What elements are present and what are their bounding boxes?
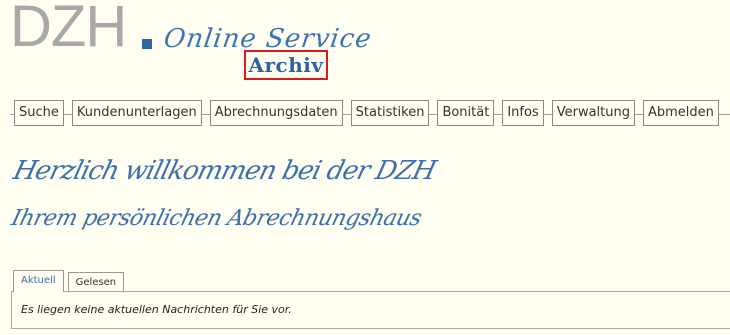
nav-item-infos[interactable]: Infos [502,100,544,126]
nav-item-abmelden[interactable]: Abmelden [642,100,719,126]
nav-item-suche[interactable]: Suche [14,100,64,126]
nav-item-abrechnungsdaten[interactable]: Abrechnungsdaten [209,100,343,126]
archive-label: Archiv [248,53,324,77]
logo-dzh-text: DZH [10,0,127,59]
main-nav: Suche Kundenunterlagen Abrechnungsdaten … [10,100,730,130]
message-panel: Es liegen keine aktuellen Nachrichten fü… [11,291,730,329]
nav-item-bonitaet[interactable]: Bonität [437,100,495,126]
logo-dot [142,39,152,49]
archive-link[interactable]: Archiv [244,50,328,80]
nav-item-kundenunterlagen[interactable]: Kundenunterlagen [71,100,202,126]
tab-aktuell[interactable]: Aktuell [13,270,64,292]
welcome-headline: Herzlich willkommen bei der DZH [10,156,439,186]
welcome-banner: Herzlich willkommen bei der DZH Ihrem pe… [9,152,438,272]
nav-item-verwaltung[interactable]: Verwaltung [551,100,635,126]
welcome-subline: Ihrem persönlichen Abrechnungshaus [8,206,425,231]
message-tabs: Aktuell Gelesen [13,270,128,292]
nav-item-statistiken[interactable]: Statistiken [350,100,430,126]
no-messages-text: Es liegen keine aktuellen Nachrichten fü… [21,303,292,316]
tab-gelesen[interactable]: Gelesen [67,272,125,292]
